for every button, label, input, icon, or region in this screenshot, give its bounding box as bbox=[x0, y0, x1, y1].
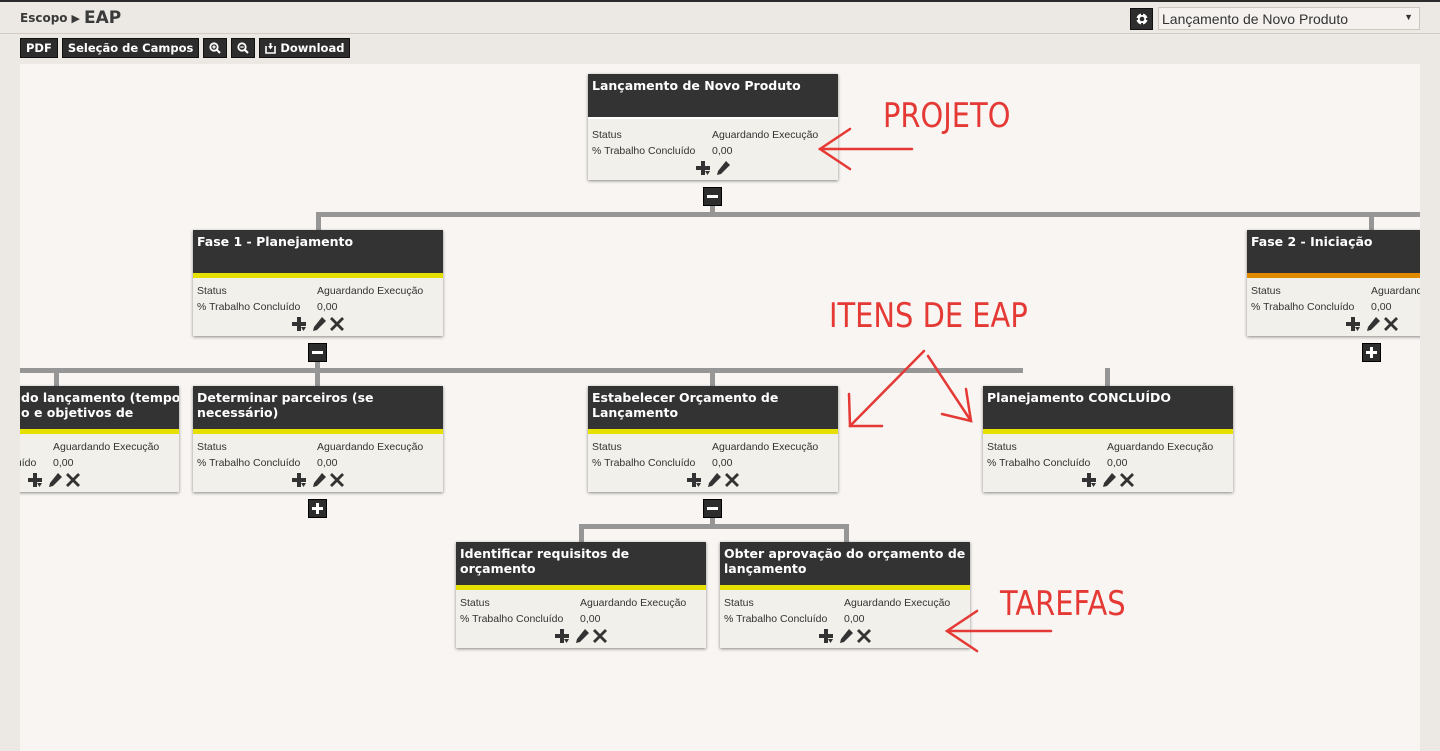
page-header: Escopo ▶ EAP Lançamento de Novo Produto … bbox=[0, 2, 1440, 34]
download-label: Download bbox=[280, 41, 345, 55]
annotation-arrows bbox=[817, 127, 1053, 653]
breadcrumb-separator-icon: ▶ bbox=[71, 11, 80, 25]
breadcrumb: Escopo ▶ EAP bbox=[20, 8, 121, 28]
field-selection-label: Seleção de Campos bbox=[67, 41, 194, 55]
project-select-value: Lançamento de Novo Produto bbox=[1162, 11, 1349, 27]
arrow-icon bbox=[817, 127, 914, 171]
field-selection-button[interactable]: Seleção de Campos bbox=[61, 38, 200, 58]
download-button[interactable]: Download bbox=[259, 38, 351, 58]
chevron-down-icon: ▼ bbox=[1404, 12, 1413, 22]
page-title: EAP bbox=[84, 8, 122, 28]
arrow-icon bbox=[926, 354, 973, 423]
target-icon[interactable] bbox=[1130, 8, 1153, 30]
arrow-icon bbox=[847, 349, 926, 428]
zoom-out-icon bbox=[237, 42, 250, 54]
wbs-canvas[interactable]: Lançamento de Novo Produto Status Aguarda… bbox=[20, 64, 1420, 751]
project-select[interactable]: Lançamento de Novo Produto ▼ bbox=[1158, 7, 1420, 30]
zoom-in-button[interactable] bbox=[203, 38, 228, 58]
download-icon bbox=[265, 42, 277, 54]
breadcrumb-parent[interactable]: Escopo bbox=[20, 11, 68, 25]
arrow-icon bbox=[944, 609, 1053, 653]
zoom-in-icon bbox=[209, 42, 222, 54]
pdf-button[interactable]: PDF bbox=[20, 38, 58, 58]
zoom-out-button[interactable] bbox=[231, 38, 256, 58]
toolbar: PDF Seleção de Campos Download bbox=[20, 38, 351, 58]
pdf-button-label: PDF bbox=[26, 41, 52, 55]
